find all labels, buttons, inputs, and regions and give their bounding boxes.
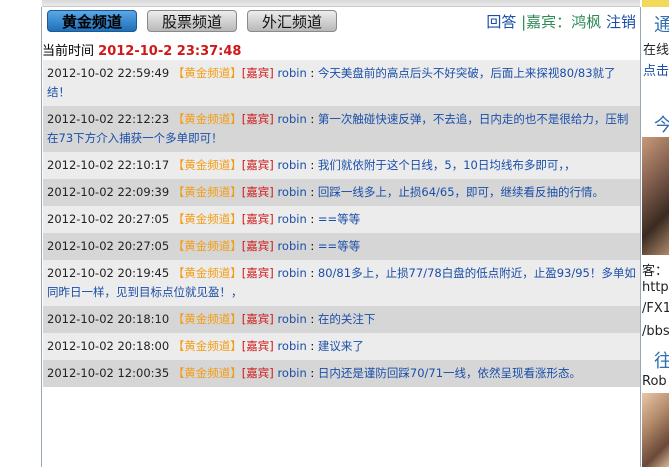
current-time-label: 当前时间 xyxy=(42,44,95,59)
message-channel: 【黄金频道】 xyxy=(172,239,242,253)
message-user[interactable]: robin xyxy=(277,66,306,80)
tab-gold-channel[interactable]: 黄金频道 xyxy=(47,10,137,32)
message-tag: [嘉宾] xyxy=(241,312,274,326)
message-text: 在的关注下 xyxy=(317,312,376,326)
channel-nav: 黄金频道 股票频道 外汇频道 回答 |嘉宾：鸿枫 注销 xyxy=(42,7,640,37)
message-timestamp: 2012-10-02 22:09:39 xyxy=(47,185,170,199)
sidebar-url-line-2[interactable]: /FX1 xyxy=(642,301,669,316)
message-tag: [嘉宾] xyxy=(241,185,274,199)
sidebar-guest-label: 客： xyxy=(642,264,669,279)
message-row: 2012-10-02 20:27:05 【黄金频道】[嘉宾] robin : =… xyxy=(43,206,640,233)
message-channel: 【黄金频道】 xyxy=(172,112,242,126)
message-tag: [嘉宾] xyxy=(241,266,274,280)
right-sidebar: 通 在线 点击 今 客： http: /FX1 /bbs 往 Rob xyxy=(642,7,669,467)
guest-photo xyxy=(642,137,669,255)
message-timestamp: 2012-10-02 12:00:35 xyxy=(47,366,170,380)
sidebar-guest-name: Rob xyxy=(642,374,667,389)
sidebar-click-link[interactable]: 点击 xyxy=(643,60,669,79)
message-text: 回踩一线多上，止损64/65，即可，继续看反抽的行情。 xyxy=(317,185,605,199)
sidebar-title-past: 往 xyxy=(654,351,669,372)
message-channel: 【黄金频道】 xyxy=(172,339,242,353)
message-user[interactable]: robin xyxy=(277,266,306,280)
tab-stock-channel[interactable]: 股票频道 xyxy=(147,10,237,32)
message-user[interactable]: robin xyxy=(277,112,306,126)
message-list: 2012-10-02 22:59:49 【黄金频道】[嘉宾] robin : 今… xyxy=(43,60,640,387)
reply-link[interactable]: 回答 xyxy=(486,13,516,31)
message-text: 我们就依附于这个日线，5，10日均线布多即可，， xyxy=(317,158,576,172)
tab-forex-channel[interactable]: 外汇频道 xyxy=(247,10,337,32)
message-row: 2012-10-02 22:12:23 【黄金频道】[嘉宾] robin : 第… xyxy=(43,106,640,152)
top-banner-strip xyxy=(42,0,640,7)
message-row: 2012-10-02 22:10:17 【黄金频道】[嘉宾] robin : 我… xyxy=(43,152,640,179)
message-channel: 【黄金频道】 xyxy=(172,366,242,380)
chat-panel: 黄金频道 股票频道 外汇频道 回答 |嘉宾：鸿枫 注销 当前时间 2012-10… xyxy=(41,7,641,467)
sidebar-title-today: 今 xyxy=(654,115,669,136)
message-channel: 【黄金频道】 xyxy=(172,266,242,280)
message-user[interactable]: robin xyxy=(277,366,306,380)
message-tag: [嘉宾] xyxy=(241,366,274,380)
message-user[interactable]: robin xyxy=(277,212,306,226)
sidebar-title-notice: 通 xyxy=(654,15,669,36)
message-tag: [嘉宾] xyxy=(241,339,274,353)
message-text: ==等等 xyxy=(317,212,361,226)
message-timestamp: 2012-10-02 20:18:00 xyxy=(47,339,170,353)
message-tag: [嘉宾] xyxy=(241,158,274,172)
past-guest-photo xyxy=(642,393,669,467)
guest-name: 鸿枫 xyxy=(571,13,602,31)
message-timestamp: 2012-10-02 22:59:49 xyxy=(47,66,170,80)
message-user[interactable]: robin xyxy=(277,312,306,326)
message-row: 2012-10-02 22:59:49 【黄金频道】[嘉宾] robin : 今… xyxy=(43,60,640,106)
message-row: 2012-10-02 20:19:45 【黄金频道】[嘉宾] robin : 8… xyxy=(43,260,640,306)
message-timestamp: 2012-10-02 20:27:05 xyxy=(47,212,170,226)
sidebar-url-line-3[interactable]: /bbs xyxy=(642,324,669,339)
message-channel: 【黄金频道】 xyxy=(172,185,242,199)
current-time-value: 2012-10-2 23:37:48 xyxy=(98,44,242,59)
right-banner-strip xyxy=(642,0,669,7)
message-user[interactable]: robin xyxy=(277,158,306,172)
message-text: 建议来了 xyxy=(317,339,364,353)
message-tag: [嘉宾] xyxy=(241,112,274,126)
message-channel: 【黄金频道】 xyxy=(172,212,242,226)
message-timestamp: 2012-10-02 22:10:17 xyxy=(47,158,170,172)
message-row: 2012-10-02 20:27:05 【黄金频道】[嘉宾] robin : =… xyxy=(43,233,640,260)
message-row: 2012-10-02 22:09:39 【黄金频道】[嘉宾] robin : 回… xyxy=(43,179,640,206)
guest-label: 嘉宾： xyxy=(526,13,572,31)
message-timestamp: 2012-10-02 22:12:23 xyxy=(47,112,170,126)
sidebar-online-text: 在线 xyxy=(643,43,669,58)
message-tag: [嘉宾] xyxy=(241,212,274,226)
message-row: 2012-10-02 12:00:35 【黄金频道】[嘉宾] robin : 日… xyxy=(43,360,640,387)
message-channel: 【黄金频道】 xyxy=(172,158,242,172)
message-row: 2012-10-02 20:18:10 【黄金频道】[嘉宾] robin : 在… xyxy=(43,306,640,333)
message-timestamp: 2012-10-02 20:18:10 xyxy=(47,312,170,326)
message-tag: [嘉宾] xyxy=(241,239,274,253)
message-text: ==等等 xyxy=(317,239,361,253)
message-row: 2012-10-02 20:18:00 【黄金频道】[嘉宾] robin : 建… xyxy=(43,333,640,360)
user-actions: 回答 |嘉宾：鸿枫 注销 xyxy=(486,11,636,32)
message-tag: [嘉宾] xyxy=(241,66,274,80)
message-user[interactable]: robin xyxy=(277,339,306,353)
message-user[interactable]: robin xyxy=(277,185,306,199)
message-timestamp: 2012-10-02 20:27:05 xyxy=(47,239,170,253)
left-gutter xyxy=(0,0,41,467)
logout-link[interactable]: 注销 xyxy=(606,13,636,31)
message-channel: 【黄金频道】 xyxy=(172,66,242,80)
sidebar-url-line-1[interactable]: http: xyxy=(642,280,669,295)
message-user[interactable]: robin xyxy=(277,239,306,253)
message-channel: 【黄金频道】 xyxy=(172,312,242,326)
message-text: 日内还是谨防回踩70/71一线，依然呈现看涨形态。 xyxy=(317,366,582,380)
message-timestamp: 2012-10-02 20:19:45 xyxy=(47,266,170,280)
current-time: 当前时间 2012-10-2 23:37:48 xyxy=(42,40,241,59)
